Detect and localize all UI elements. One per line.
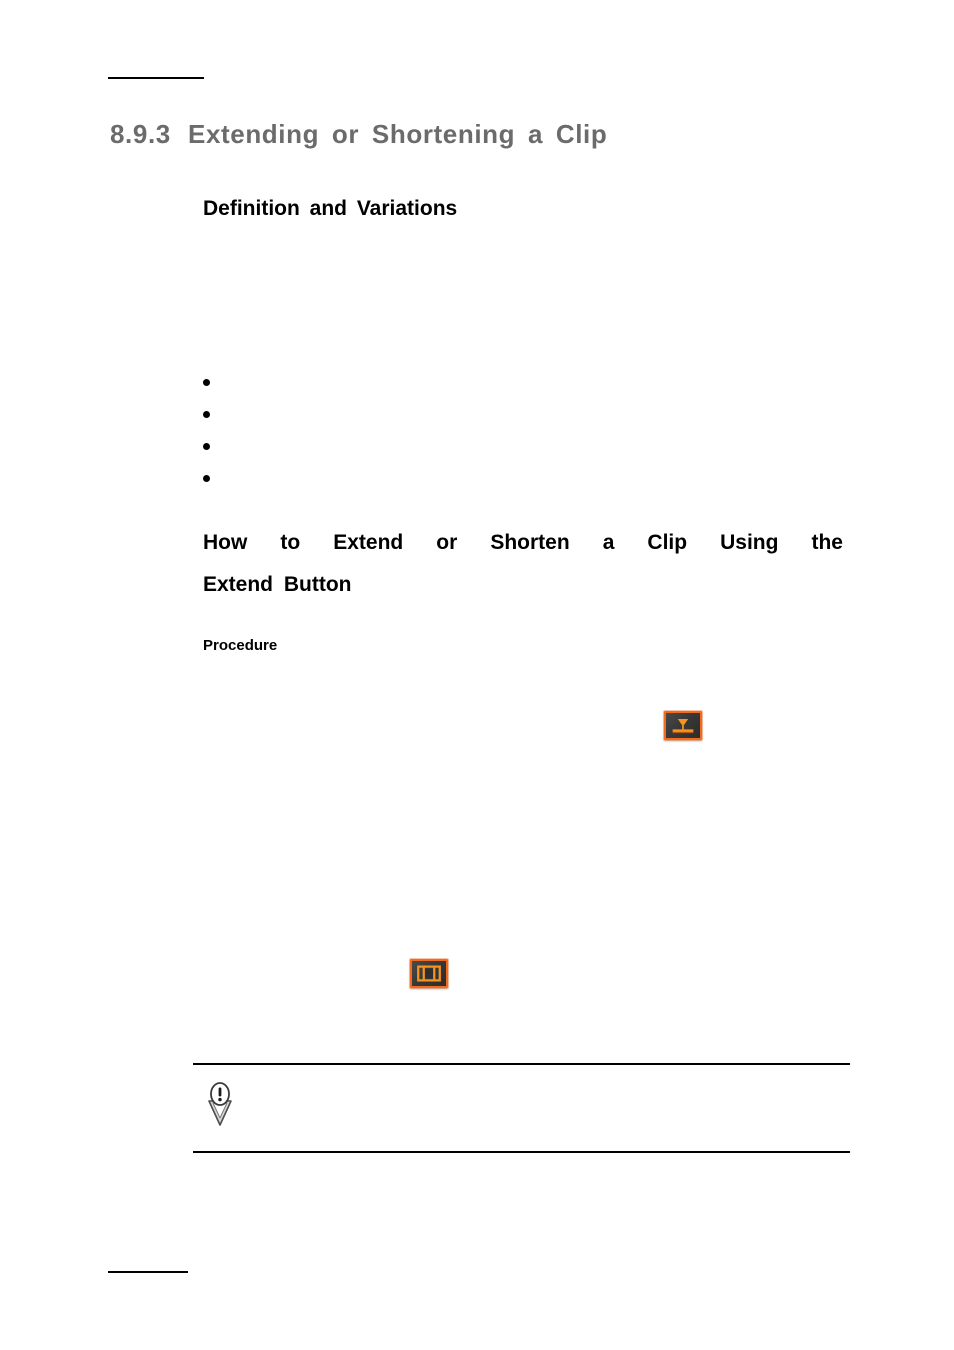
bullet-dot-icon: [203, 379, 210, 386]
subheading-how-to-extend-or-shorten: How to Extend or Shorten a Clip Using th…: [203, 522, 843, 606]
page-title: 8.9.3 Extending or Shortening a Clip: [110, 119, 870, 150]
subheading-definition-and-variations: Definition and Variations: [203, 197, 458, 220]
note-text: [255, 1083, 835, 1103]
list-item: [203, 438, 803, 470]
subheading-procedure: Procedure: [203, 637, 278, 654]
howto-heading-line-2: Extend Button: [203, 573, 352, 596]
caution-icon: [203, 1081, 237, 1127]
note-bottom-rule: [193, 1151, 850, 1153]
list-item-label: [203, 470, 803, 488]
list-item: [203, 374, 803, 406]
list-item-label: [203, 438, 803, 456]
note-top-rule: [193, 1063, 850, 1065]
section-number: 8.9.3: [110, 119, 171, 149]
extend-button-icon[interactable]: [664, 711, 702, 740]
page-header-rule: [108, 77, 204, 79]
trim-extend-icon[interactable]: [410, 959, 448, 988]
page-footer-rule: [108, 1271, 188, 1273]
bullet-dot-icon: [203, 443, 210, 450]
list-item-label: [203, 406, 803, 424]
section-title: Extending or Shortening a Clip: [188, 119, 608, 149]
bullet-dot-icon: [203, 411, 210, 418]
caution-note-block: [193, 1063, 850, 1153]
howto-heading-line-1: How to Extend or Shorten a Clip Using th…: [203, 531, 843, 554]
list-item: [203, 470, 803, 502]
bullet-dot-icon: [203, 475, 210, 482]
list-item: [203, 406, 803, 438]
list-item-label: [203, 374, 803, 392]
document-page: 8.9.3 Extending or Shortening a Clip Defi…: [0, 0, 954, 1350]
definition-bullet-list: [203, 374, 803, 502]
